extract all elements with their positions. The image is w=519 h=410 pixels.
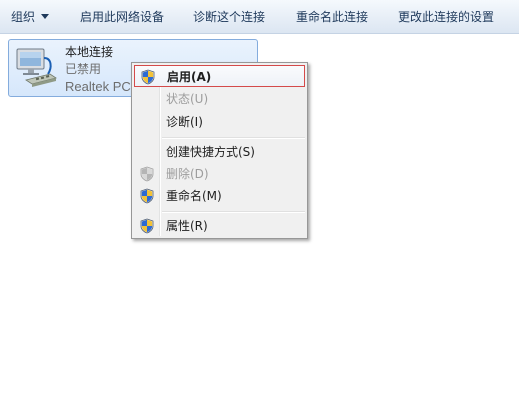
menu-item-status-label: 状态(U) <box>166 92 209 106</box>
network-connections-window: 组织 启用此网络设备 诊断这个连接 重命名此连接 更改此连接的设置 本地连接 已… <box>0 0 519 410</box>
uac-shield-icon <box>140 218 154 234</box>
organize-button[interactable]: 组织 <box>11 0 50 34</box>
menu-item-delete-label: 删除(D) <box>166 167 209 181</box>
enable-device-label: 启用此网络设备 <box>80 10 165 24</box>
menu-item-create-shortcut-label: 创建快捷方式(S) <box>166 145 255 159</box>
enable-device-button[interactable]: 启用此网络设备 <box>80 0 164 34</box>
change-settings-label: 更改此连接的设置 <box>398 10 495 24</box>
network-adapter-icon <box>16 48 57 87</box>
change-settings-button[interactable]: 更改此连接的设置 <box>398 0 494 34</box>
menu-item-properties[interactable]: 属性(R) <box>134 215 305 237</box>
menu-item-delete[interactable]: 删除(D) <box>134 163 305 185</box>
rename-connection-label: 重命名此连接 <box>296 10 369 24</box>
rename-connection-button[interactable]: 重命名此连接 <box>296 0 368 34</box>
diagnose-connection-button[interactable]: 诊断这个连接 <box>193 0 265 34</box>
uac-shield-icon <box>140 188 154 204</box>
organize-label: 组织 <box>11 10 36 24</box>
diagnose-connection-label: 诊断这个连接 <box>193 10 266 24</box>
connection-name: 本地连接 <box>65 45 114 59</box>
menu-item-create-shortcut[interactable]: 创建快捷方式(S) <box>134 141 305 163</box>
menu-separator <box>162 137 305 139</box>
menu-item-rename-label: 重命名(M) <box>166 189 222 203</box>
uac-shield-icon-disabled <box>140 166 154 182</box>
uac-shield-icon <box>141 69 155 85</box>
connection-status: 已禁用 <box>65 62 102 76</box>
menu-item-rename[interactable]: 重命名(M) <box>134 185 305 207</box>
menu-item-status[interactable]: 状态(U) <box>134 88 305 110</box>
menu-item-diagnose[interactable]: 诊断(I) <box>134 111 305 133</box>
menu-item-enable-label: 启用(A) <box>167 70 212 84</box>
chevron-down-icon <box>41 14 50 19</box>
context-menu: 启用(A) 状态(U) 诊断(I) 创建快捷方式(S) 删除(D) 重命名(M)… <box>131 62 308 239</box>
command-bar: 组织 启用此网络设备 诊断这个连接 重命名此连接 更改此连接的设置 <box>0 0 519 34</box>
menu-item-diagnose-label: 诊断(I) <box>166 115 203 129</box>
menu-item-properties-label: 属性(R) <box>166 219 208 233</box>
menu-separator <box>162 211 305 213</box>
menu-item-enable[interactable]: 启用(A) <box>134 65 305 87</box>
